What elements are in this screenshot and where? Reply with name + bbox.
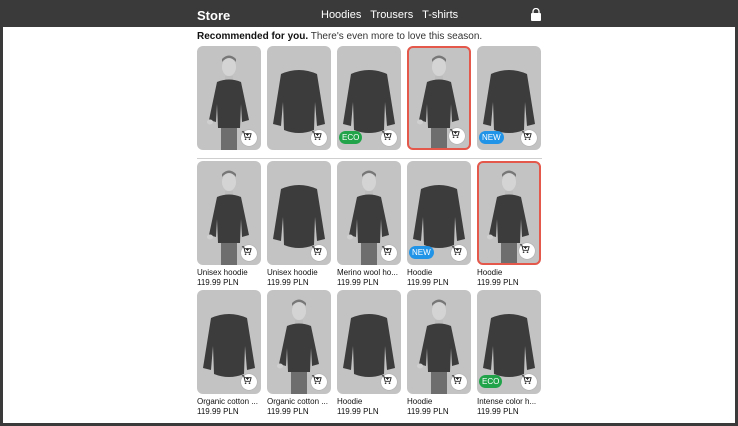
product-name[interactable]: Hoodie xyxy=(407,397,471,406)
product-name[interactable]: Intense color h... xyxy=(477,397,541,406)
add-to-cart-icon[interactable] xyxy=(451,245,467,261)
shopping-bag-icon[interactable] xyxy=(529,7,543,22)
recommended-card[interactable] xyxy=(267,46,331,150)
product-name[interactable]: Organic cotton ... xyxy=(267,397,331,406)
product-card[interactable]: Unisex hoodie 119.99 PLN xyxy=(197,161,261,287)
add-to-cart-icon[interactable] xyxy=(311,130,327,146)
top-bar: Store Hoodies Trousers T-shirts xyxy=(3,3,735,27)
product-image[interactable] xyxy=(197,161,261,265)
product-price: 119.99 PLN xyxy=(267,278,309,287)
app-window: Store Hoodies Trousers T-shirts Recommen… xyxy=(3,3,735,423)
product-image[interactable] xyxy=(267,46,331,150)
product-image[interactable] xyxy=(197,46,261,150)
product-image[interactable] xyxy=(337,161,401,265)
recommended-title-bold: Recommended for you. xyxy=(197,31,309,42)
product-image[interactable] xyxy=(407,46,471,150)
product-card[interactable]: Hoodie 119.99 PLN xyxy=(477,161,541,287)
new-badge: NEW xyxy=(409,246,434,259)
product-name[interactable]: Hoodie xyxy=(337,397,401,406)
store-logo[interactable]: Store xyxy=(197,8,230,23)
nav-trousers[interactable]: Trousers xyxy=(370,9,413,21)
product-image[interactable]: NEW xyxy=(407,161,471,265)
nav-hoodies[interactable]: Hoodies xyxy=(321,9,361,21)
add-to-cart-icon[interactable] xyxy=(381,130,397,146)
new-badge: NEW xyxy=(479,131,504,144)
add-to-cart-icon[interactable] xyxy=(241,374,257,390)
product-price: 119.99 PLN xyxy=(197,278,239,287)
product-name[interactable]: Unisex hoodie xyxy=(267,268,331,277)
recommended-heading: Recommended for you. There's even more t… xyxy=(197,31,482,42)
product-card[interactable]: Organic cotton ... 119.99 PLN xyxy=(197,290,261,416)
nav-tshirts[interactable]: T-shirts xyxy=(422,9,458,21)
product-price: 119.99 PLN xyxy=(267,407,309,416)
product-price: 119.99 PLN xyxy=(337,407,379,416)
product-card[interactable]: Unisex hoodie 119.99 PLN xyxy=(267,161,331,287)
product-image[interactable] xyxy=(477,161,541,265)
add-to-cart-icon[interactable] xyxy=(521,374,537,390)
recommended-card[interactable]: ECO xyxy=(337,46,401,150)
product-price: 119.99 PLN xyxy=(477,278,519,287)
recommended-card[interactable] xyxy=(407,46,471,150)
product-card[interactable]: ECO Intense color h... 119.99 PLN xyxy=(477,290,541,416)
recommended-card[interactable] xyxy=(197,46,261,150)
add-to-cart-icon[interactable] xyxy=(381,245,397,261)
product-price: 119.99 PLN xyxy=(337,278,379,287)
product-name[interactable]: Unisex hoodie xyxy=(197,268,261,277)
product-price: 119.99 PLN xyxy=(407,278,449,287)
product-image[interactable] xyxy=(267,161,331,265)
product-name[interactable]: Organic cotton ... xyxy=(197,397,261,406)
add-to-cart-icon[interactable] xyxy=(449,128,465,144)
add-to-cart-icon[interactable] xyxy=(519,243,535,259)
section-divider xyxy=(197,158,542,159)
add-to-cart-icon[interactable] xyxy=(451,374,467,390)
product-image[interactable] xyxy=(337,290,401,394)
add-to-cart-icon[interactable] xyxy=(381,374,397,390)
product-card[interactable]: Merino wool ho... 119.99 PLN xyxy=(337,161,401,287)
eco-badge: ECO xyxy=(479,375,503,388)
product-image[interactable]: ECO xyxy=(477,290,541,394)
product-image[interactable] xyxy=(267,290,331,394)
product-name[interactable]: Hoodie xyxy=(407,268,471,277)
recommended-card[interactable]: NEW xyxy=(477,46,541,150)
product-card[interactable]: Organic cotton ... 119.99 PLN xyxy=(267,290,331,416)
product-price: 119.99 PLN xyxy=(477,407,519,416)
product-image[interactable]: NEW xyxy=(477,46,541,150)
product-price: 119.99 PLN xyxy=(407,407,449,416)
add-to-cart-icon[interactable] xyxy=(521,130,537,146)
product-name[interactable]: Merino wool ho... xyxy=(337,268,401,277)
product-card[interactable]: Hoodie 119.99 PLN xyxy=(407,290,471,416)
product-image[interactable]: ECO xyxy=(337,46,401,150)
product-image[interactable] xyxy=(407,290,471,394)
product-name[interactable]: Hoodie xyxy=(477,268,541,277)
eco-badge: ECO xyxy=(339,131,363,144)
product-price: 119.99 PLN xyxy=(197,407,239,416)
product-image[interactable] xyxy=(197,290,261,394)
product-card[interactable]: NEW Hoodie 119.99 PLN xyxy=(407,161,471,287)
add-to-cart-icon[interactable] xyxy=(241,245,257,261)
add-to-cart-icon[interactable] xyxy=(311,245,327,261)
recommended-subtitle: There's even more to love this season. xyxy=(310,31,483,42)
add-to-cart-icon[interactable] xyxy=(241,130,257,146)
add-to-cart-icon[interactable] xyxy=(311,374,327,390)
category-nav: Hoodies Trousers T-shirts xyxy=(321,9,464,21)
product-card[interactable]: Hoodie 119.99 PLN xyxy=(337,290,401,416)
